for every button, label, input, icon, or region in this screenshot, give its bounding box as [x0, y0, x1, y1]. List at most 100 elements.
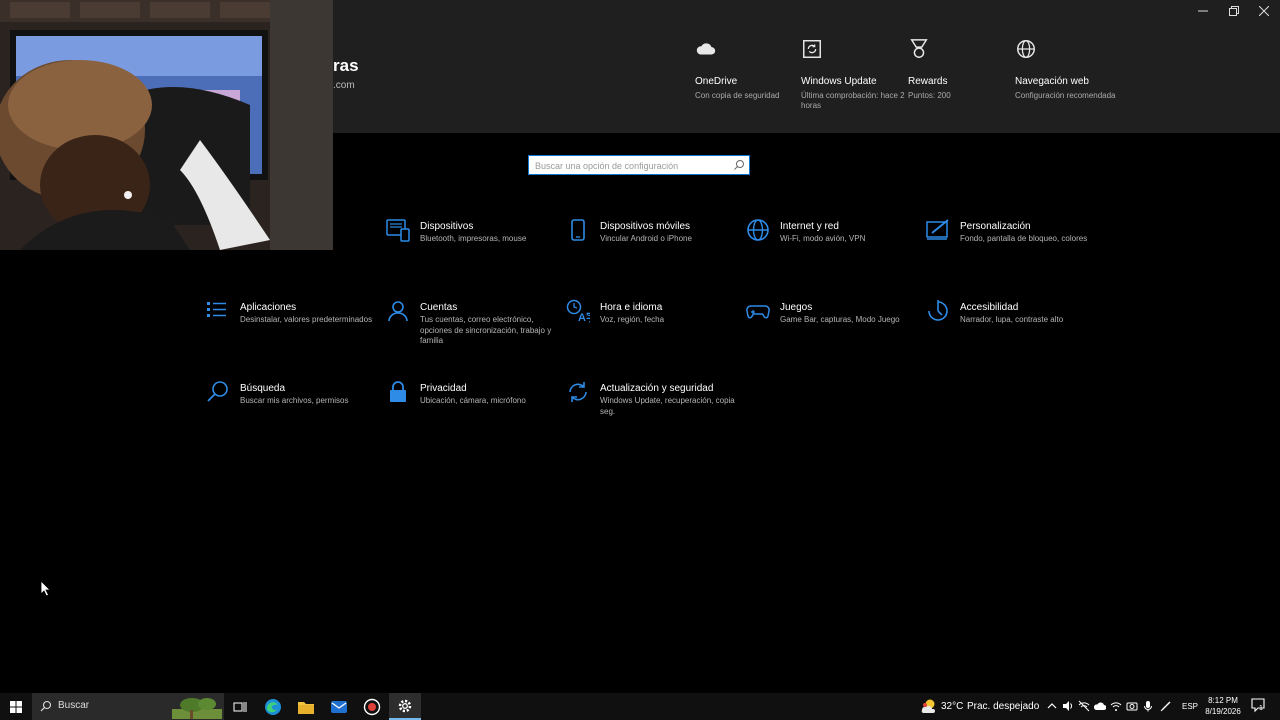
close-button[interactable]: [1249, 0, 1279, 22]
update-sync-icon: [569, 382, 587, 402]
taskbar-mail[interactable]: [323, 693, 355, 720]
volume-icon[interactable]: [1062, 700, 1074, 712]
tile-subtitle: Voz, región, fecha: [600, 315, 665, 324]
taskbar-recorder-app[interactable]: [356, 693, 388, 720]
minimize-button[interactable]: [1188, 0, 1218, 22]
tile-title: Personalización: [960, 221, 1031, 232]
quicklink-title: Rewards: [908, 76, 948, 87]
restore-icon: [1229, 6, 1239, 16]
apps-list-icon: [207, 302, 226, 317]
tile-title: Hora e idioma: [600, 302, 663, 313]
tile-subtitle: Vincular Android o iPhone: [600, 234, 692, 243]
tile-subtitle: Tus cuentas, correo electrónico, opcione…: [420, 315, 552, 345]
taskbar-file-explorer[interactable]: [290, 693, 322, 720]
quicklink-title: Navegación web: [1015, 76, 1089, 87]
quicklink-web-browsing[interactable]: Navegación web Configuración recomendada: [1015, 38, 1125, 101]
gamepad-icon: [746, 305, 770, 319]
webcam-overlay: [0, 0, 333, 250]
tile-subtitle: Ubicación, cámara, micrófono: [420, 396, 526, 405]
weather-icon[interactable]: [920, 698, 936, 714]
tile-title: Dispositivos móviles: [600, 221, 691, 232]
notification-center-button[interactable]: 1: [1250, 697, 1268, 715]
windows-logo-icon: [10, 700, 22, 713]
tile-title: Actualización y seguridad: [600, 383, 714, 394]
quicklink-rewards[interactable]: Rewards Puntos: 200: [908, 38, 1018, 101]
taskbar-edge[interactable]: [257, 693, 289, 720]
settings-gear-icon: [398, 699, 412, 712]
clock-time: 8:12 PM: [1208, 696, 1238, 705]
minimize-icon: [1198, 10, 1208, 12]
svg-text:A字: A字: [578, 310, 590, 323]
cloud-icon: [696, 43, 716, 55]
search-magnifier-icon: [207, 381, 228, 402]
tile-title: Privacidad: [420, 383, 467, 394]
system-clock[interactable]: 8:12 PM 8/19/2026: [1196, 695, 1250, 717]
quicklink-subtitle: Con copia de seguridad: [695, 91, 780, 100]
pen-icon[interactable]: [1160, 700, 1172, 712]
personalization-icon: [926, 219, 949, 240]
recorder-app-icon: [363, 698, 381, 715]
search-icon: [40, 700, 52, 712]
wifi-icon[interactable]: [1110, 700, 1122, 712]
chevron-up-icon[interactable]: [1046, 700, 1058, 712]
tile-subtitle: Desinstalar, valores predeterminados: [240, 315, 373, 324]
tile-title: Juegos: [780, 302, 813, 313]
quicklink-subtitle: Puntos: 200: [908, 91, 951, 100]
notification-icon: [1251, 698, 1265, 713]
tile-subtitle: Game Bar, capturas, Modo Juego: [780, 315, 900, 324]
tile-title: Dispositivos: [420, 221, 474, 232]
taskbar-search-label: Buscar: [58, 700, 90, 711]
weather-description[interactable]: Prac. despejado: [967, 701, 1039, 712]
quicklink-subtitle: Configuración recomendada: [1015, 91, 1116, 100]
tile-subtitle: Windows Update, recuperación, copia seg.: [600, 396, 735, 416]
tile-title: Aplicaciones: [240, 302, 297, 313]
quicklink-title: Windows Update: [801, 76, 877, 87]
globe-network-icon: [747, 219, 769, 241]
clock-date: 8/19/2026: [1205, 707, 1241, 716]
restore-button[interactable]: [1219, 0, 1249, 22]
quicklink-windows-update[interactable]: Windows Update Última comprobación: hace…: [801, 38, 911, 111]
search-highlight-icon: [172, 698, 222, 719]
accessibility-icon: [928, 300, 948, 321]
taskbar-search-box[interactable]: Buscar: [32, 693, 224, 720]
webcam-image: [0, 0, 333, 250]
taskbar: Buscar 32°C Prac. despejado ESP 8:12 PM …: [0, 693, 1280, 720]
account-name: ras: [333, 56, 359, 75]
mouse-cursor-icon: [40, 580, 51, 597]
globe-icon: [1017, 40, 1035, 58]
windows-update-icon: [803, 40, 821, 58]
tile-subtitle: Narrador, lupa, contraste alto: [960, 315, 1064, 324]
settings-search-input[interactable]: [529, 157, 725, 175]
quicklink-onedrive[interactable]: OneDrive Con copia de seguridad: [695, 38, 805, 101]
network-disabled-icon[interactable]: [1078, 700, 1090, 712]
search-icon: [734, 160, 744, 170]
taskbar-settings[interactable]: [389, 693, 421, 720]
quicklink-title: OneDrive: [695, 76, 738, 87]
lock-icon: [390, 381, 406, 402]
tile-title: Búsqueda: [240, 383, 286, 394]
notification-count: 1: [1259, 705, 1263, 712]
onedrive-tray-icon[interactable]: [1094, 700, 1106, 712]
start-button[interactable]: [0, 693, 32, 720]
microphone-icon[interactable]: [1142, 700, 1154, 712]
camera-tray-icon[interactable]: [1126, 700, 1138, 712]
phone-icon: [571, 219, 585, 241]
tile-title: Cuentas: [420, 302, 458, 313]
devices-icon: [386, 219, 410, 242]
weather-temperature[interactable]: 32°C: [941, 701, 963, 712]
tile-subtitle: Wi-Fi, modo avión, VPN: [780, 234, 866, 243]
account-email: .com: [333, 80, 355, 91]
quicklink-subtitle: Última comprobación: hace 2 horas: [801, 91, 905, 110]
tile-title: Accesibilidad: [960, 302, 1019, 313]
close-icon: [1259, 6, 1269, 16]
tile-subtitle: Fondo, pantalla de bloqueo, colores: [960, 234, 1088, 243]
time-language-icon: A字: [566, 299, 590, 323]
task-view-icon: [233, 701, 247, 712]
tile-subtitle: Bluetooth, impresoras, mouse: [420, 234, 527, 243]
task-view-button[interactable]: [224, 693, 256, 720]
rewards-medal-icon: [910, 39, 928, 58]
edge-browser-icon: [265, 698, 281, 715]
person-icon: [388, 301, 408, 322]
folder-icon: [298, 701, 314, 714]
settings-search-box[interactable]: [528, 155, 750, 175]
